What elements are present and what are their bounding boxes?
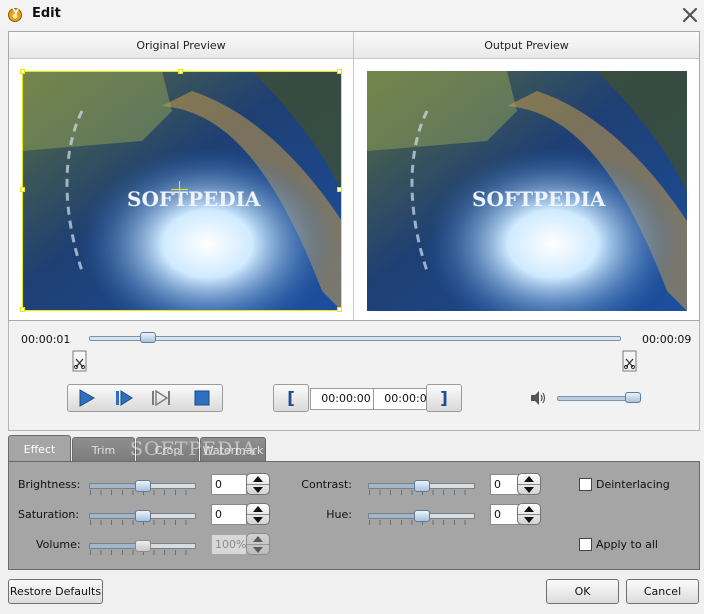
video-watermark-text: SOFTPEDIA bbox=[127, 187, 261, 211]
apply-to-all-checkbox[interactable] bbox=[579, 538, 592, 551]
crop-handle[interactable] bbox=[20, 69, 25, 74]
current-time: 00:00:01 bbox=[21, 333, 71, 346]
chevron-up-icon[interactable] bbox=[253, 476, 263, 482]
tab-crop[interactable]: Crop bbox=[136, 437, 199, 462]
playback-button-group bbox=[67, 384, 223, 412]
chevron-up-icon[interactable] bbox=[253, 506, 263, 512]
volume-slider-thumb[interactable] bbox=[624, 392, 641, 403]
saturation-slider-thumb[interactable] bbox=[134, 510, 151, 522]
chevron-down-icon[interactable] bbox=[253, 517, 263, 523]
volume-label: Volume: bbox=[36, 538, 81, 551]
close-icon[interactable] bbox=[680, 5, 700, 25]
contrast-slider-thumb[interactable] bbox=[413, 480, 430, 492]
chevron-down-icon[interactable] bbox=[253, 487, 263, 493]
video-watermark-text: SOFTPEDIA bbox=[472, 187, 606, 211]
effect-panel: Brightness: 0 Saturation: 0 Volume: 100%… bbox=[8, 461, 700, 570]
chevron-down-icon bbox=[253, 547, 263, 553]
volume-effect-slider bbox=[89, 540, 196, 555]
speaker-icon[interactable] bbox=[529, 390, 547, 406]
pane-divider bbox=[353, 32, 354, 320]
tab-effect[interactable]: Effect bbox=[8, 435, 71, 462]
ok-button[interactable]: OK bbox=[546, 579, 619, 604]
hue-slider[interactable] bbox=[368, 510, 475, 525]
window-title: Edit bbox=[32, 6, 61, 21]
deinterlacing-label: Deinterlacing bbox=[596, 478, 670, 491]
output-preview-video: SOFTPEDIA bbox=[367, 71, 687, 311]
seek-bar[interactable] bbox=[89, 336, 621, 341]
apply-to-all-label: Apply to all bbox=[596, 538, 658, 551]
chevron-up-icon[interactable] bbox=[524, 476, 534, 482]
crop-handle[interactable] bbox=[20, 187, 25, 192]
set-trim-end-button[interactable]: ] bbox=[426, 384, 462, 412]
tab-watermark[interactable]: Watermark bbox=[200, 437, 266, 462]
contrast-slider[interactable] bbox=[368, 480, 475, 495]
tab-trim[interactable]: Trim bbox=[72, 437, 135, 462]
title-bar: Edit bbox=[0, 0, 704, 30]
crop-handle[interactable] bbox=[20, 307, 25, 312]
brightness-slider[interactable] bbox=[89, 480, 196, 495]
chevron-down-icon[interactable] bbox=[524, 487, 534, 493]
crop-handle[interactable] bbox=[337, 69, 342, 74]
crop-center-crosshair-icon[interactable] bbox=[171, 181, 188, 198]
trim-end-marker-icon[interactable] bbox=[622, 350, 637, 372]
original-preview-header: Original Preview bbox=[9, 32, 353, 59]
app-logo-icon bbox=[8, 7, 22, 22]
stop-icon[interactable] bbox=[190, 388, 214, 408]
brightness-input[interactable]: 0 bbox=[211, 474, 247, 495]
next-frame-icon[interactable] bbox=[112, 388, 136, 408]
step-end-icon[interactable] bbox=[150, 388, 174, 408]
deinterlacing-checkbox[interactable] bbox=[579, 478, 592, 491]
volume-input: 100% bbox=[211, 534, 247, 555]
trim-start-marker-icon[interactable] bbox=[72, 350, 87, 372]
cancel-button[interactable]: Cancel bbox=[626, 579, 699, 604]
contrast-label: Contrast: bbox=[301, 478, 352, 491]
restore-defaults-button[interactable]: Restore Defaults bbox=[8, 579, 103, 604]
saturation-slider[interactable] bbox=[89, 510, 196, 525]
total-time: 00:00:09 bbox=[642, 333, 692, 346]
brightness-stepper[interactable] bbox=[246, 473, 270, 495]
set-trim-start-button[interactable]: [ bbox=[273, 384, 309, 412]
output-preview-header: Output Preview bbox=[354, 32, 699, 59]
saturation-input[interactable]: 0 bbox=[211, 504, 247, 525]
hue-slider-thumb[interactable] bbox=[413, 510, 430, 522]
brightness-label: Brightness: bbox=[18, 478, 81, 491]
chevron-up-icon[interactable] bbox=[524, 506, 534, 512]
preview-area: Original Preview Output Preview SOFTPEDI… bbox=[8, 31, 700, 321]
chevron-up-icon bbox=[253, 536, 263, 542]
play-icon[interactable] bbox=[74, 388, 98, 408]
trim-start-time[interactable]: 00:00:00 bbox=[310, 388, 382, 410]
chevron-down-icon[interactable] bbox=[524, 517, 534, 523]
hue-stepper[interactable] bbox=[517, 503, 541, 525]
playback-controls: 00:00:01 00:00:09 [ 00:00:00 00:00:09] bbox=[8, 321, 700, 431]
crop-handle[interactable] bbox=[337, 187, 342, 192]
saturation-label: Saturation: bbox=[18, 508, 80, 521]
hue-label: Hue: bbox=[326, 508, 352, 521]
crop-handle[interactable] bbox=[337, 307, 342, 312]
seek-thumb[interactable] bbox=[140, 332, 157, 343]
contrast-stepper[interactable] bbox=[517, 473, 541, 495]
saturation-stepper[interactable] bbox=[246, 503, 270, 525]
volume-effect-slider-thumb bbox=[134, 540, 151, 552]
brightness-slider-thumb[interactable] bbox=[134, 480, 151, 492]
volume-stepper bbox=[246, 533, 270, 555]
crop-handle[interactable] bbox=[178, 69, 183, 74]
